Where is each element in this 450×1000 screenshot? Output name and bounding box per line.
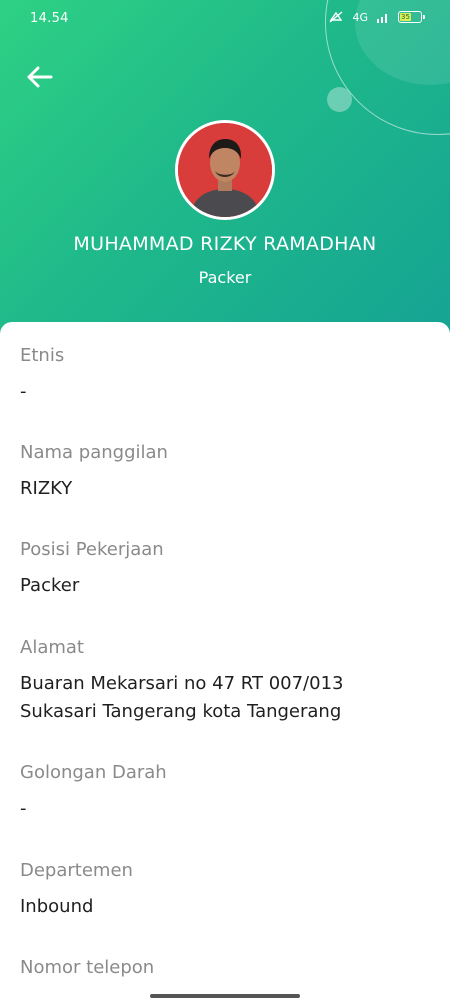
field-value: Packer: [20, 575, 80, 596]
arrow-left-icon: [27, 66, 53, 88]
avatar: [175, 120, 275, 220]
field-label: Nama panggilan: [20, 442, 168, 463]
field-label: Etnis: [20, 345, 65, 366]
field-value: Inbound: [20, 896, 94, 917]
status-time: 14.54: [30, 11, 69, 26]
field-label: Posisi Pekerjaan: [20, 539, 164, 560]
field-posisi-pekerjaan: Posisi Pekerjaan Packer: [20, 538, 430, 600]
field-alamat: Alamat Buaran Mekarsari no 47 RT 007/013…: [20, 636, 430, 726]
mute-icon: [330, 11, 343, 23]
field-label: Departemen: [20, 860, 133, 881]
profile-photo: [178, 123, 272, 217]
field-departemen: Departemen Inbound: [20, 859, 430, 921]
battery-icon: 35: [398, 11, 425, 23]
field-nama-panggilan: Nama panggilan RIZKY: [20, 441, 430, 503]
field-nomor-telepon: Nomor telepon: [20, 956, 430, 990]
field-value: Buaran Mekarsari no 47 RT 007/013 Sukasa…: [20, 673, 344, 722]
profile-name: MUHAMMAD RIZKY RAMADHAN: [73, 233, 377, 255]
profile-header: 14.54 4G 35 MUHAMMAD RIZKY RAMADHAN Pack…: [0, 0, 450, 340]
profile-role: Packer: [198, 268, 252, 287]
status-bar: 14.54 4G 35: [0, 0, 450, 38]
field-label: Golongan Darah: [20, 762, 167, 783]
signal-icon: [377, 14, 387, 23]
battery-level: 35: [400, 13, 411, 21]
field-label: Alamat: [20, 637, 84, 658]
status-icons: 4G 35: [328, 10, 425, 24]
back-button[interactable]: [22, 60, 56, 94]
field-golongan-darah: Golongan Darah -: [20, 761, 430, 823]
details-card: Etnis - Nama panggilan RIZKY Posisi Peke…: [0, 322, 450, 1000]
field-value: -: [20, 381, 27, 402]
field-label: Nomor telepon: [20, 957, 155, 978]
network-label: 4G: [352, 10, 368, 24]
field-value: -: [20, 798, 27, 819]
field-value: RIZKY: [20, 478, 73, 499]
field-etnis: Etnis -: [20, 344, 430, 406]
decorative-dot: [327, 87, 352, 112]
gesture-nav-handle[interactable]: [150, 994, 300, 998]
